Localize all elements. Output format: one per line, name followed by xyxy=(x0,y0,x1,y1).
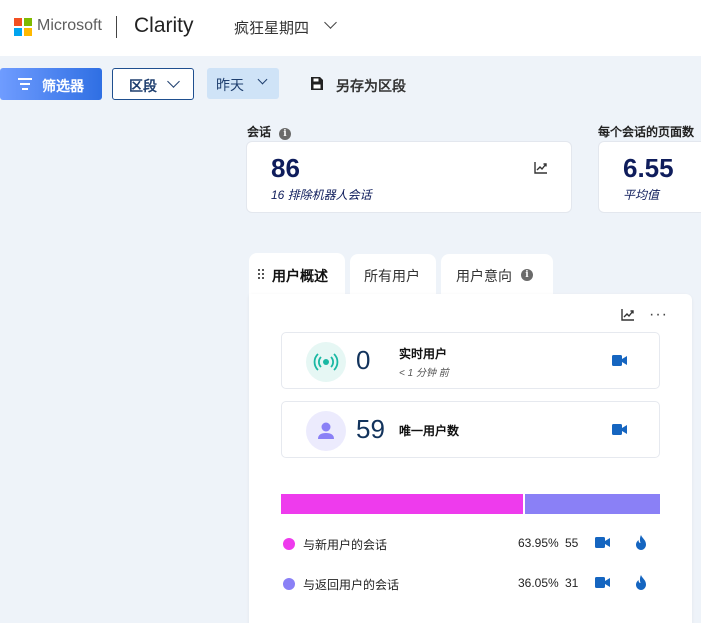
legend-label-new: 与新用户的会话 xyxy=(303,538,388,552)
info-icon[interactable]: i xyxy=(521,269,533,281)
user-overview-panel: ··· 0 实时用户 < 1 分钟 前 59 唯一用户数 与新用户的会话 63.… xyxy=(249,294,692,623)
filters-button[interactable]: 筛选器 xyxy=(0,68,102,100)
sessions-value: 86 xyxy=(271,153,300,183)
sessions-title: 会话 i xyxy=(247,123,292,140)
save-as-segment-label: 另存为区段 xyxy=(336,78,406,94)
segment-dropdown-label: 区段 xyxy=(129,78,157,94)
save-icon xyxy=(311,77,323,90)
legend-row-new-users: 与新用户的会话 63.95% 55 xyxy=(283,534,663,554)
chevron-down-icon xyxy=(167,75,180,88)
legend-dot-new xyxy=(283,538,295,550)
trend-chart-icon[interactable] xyxy=(621,308,635,321)
new-users-bar-segment[interactable] xyxy=(281,494,523,514)
more-options-icon[interactable]: ··· xyxy=(649,306,668,324)
heatmap-flame-icon[interactable] xyxy=(635,575,647,590)
legend-row-returning-users: 与返回用户的会话 36.05% 31 xyxy=(283,574,663,594)
pages-per-session-card: 6.55 平均值 xyxy=(598,141,701,213)
pages-per-session-title: 每个会话的页面数 xyxy=(598,125,695,139)
recording-video-icon[interactable] xyxy=(612,424,627,435)
sessions-card: 86 16 排除机器人会话 xyxy=(246,141,572,213)
tab-user-intent-label: 用户意向 xyxy=(456,268,512,284)
live-users-card: 0 实时用户 < 1 分钟 前 xyxy=(281,332,660,389)
recording-video-icon[interactable] xyxy=(595,537,610,548)
live-users-value: 0 xyxy=(356,345,371,375)
legend-dot-returning xyxy=(283,578,295,590)
legend-percent-returning: 36.05% xyxy=(518,576,559,590)
project-chevron-down-icon[interactable] xyxy=(324,16,337,29)
microsoft-brand: Microsoft xyxy=(37,17,102,34)
date-range-label: 昨天 xyxy=(216,77,244,93)
legend-percent-new: 63.95% xyxy=(518,536,559,550)
pages-per-session-sub: 平均值 xyxy=(623,188,660,202)
header-divider xyxy=(116,16,117,38)
live-users-timestamp: < 1 分钟 前 xyxy=(399,368,449,379)
live-users-label: 实时用户 xyxy=(399,347,448,361)
bot-sessions-excluded: 16 排除机器人会话 xyxy=(271,188,372,202)
unique-users-value: 59 xyxy=(356,414,385,444)
heatmap-flame-icon[interactable] xyxy=(635,535,647,550)
legend-count-new: 55 xyxy=(565,536,579,550)
filter-icon xyxy=(18,78,32,90)
legend-label-returning: 与返回用户的会话 xyxy=(303,578,400,592)
recording-video-icon[interactable] xyxy=(595,577,610,588)
returning-users-bar-segment[interactable] xyxy=(525,494,660,514)
tab-user-overview[interactable]: 用户概述 xyxy=(249,253,345,295)
segment-dropdown[interactable]: 区段 xyxy=(112,68,194,100)
trend-chart-icon[interactable] xyxy=(534,161,548,174)
project-name[interactable]: 疯狂星期四 xyxy=(234,17,309,38)
chevron-down-icon xyxy=(257,74,268,85)
tab-user-intent[interactable]: 用户意向 i xyxy=(441,254,553,294)
live-signal-icon xyxy=(306,342,346,382)
info-icon[interactable]: i xyxy=(279,128,292,140)
product-name[interactable]: Clarity xyxy=(134,14,194,38)
unique-users-label: 唯一用户数 xyxy=(399,424,460,438)
tab-all-users[interactable]: 所有用户 xyxy=(350,254,436,294)
pages-per-session-value: 6.55 xyxy=(623,153,674,183)
new-vs-returning-bar xyxy=(281,494,660,514)
sessions-title-text: 会话 xyxy=(247,125,272,139)
filters-button-label: 筛选器 xyxy=(42,78,84,94)
recording-video-icon[interactable] xyxy=(612,355,627,366)
microsoft-logo-icon xyxy=(14,18,32,36)
user-icon xyxy=(306,411,346,451)
date-range-dropdown[interactable]: 昨天 xyxy=(207,68,279,99)
legend-count-returning: 31 xyxy=(565,576,579,590)
tab-all-users-label: 所有用户 xyxy=(364,268,420,284)
top-bar: Microsoft Clarity 疯狂星期四 xyxy=(0,0,701,56)
tab-user-overview-label: 用户概述 xyxy=(272,268,328,284)
drag-handle-icon[interactable] xyxy=(258,269,264,280)
unique-users-card: 59 唯一用户数 xyxy=(281,401,660,458)
